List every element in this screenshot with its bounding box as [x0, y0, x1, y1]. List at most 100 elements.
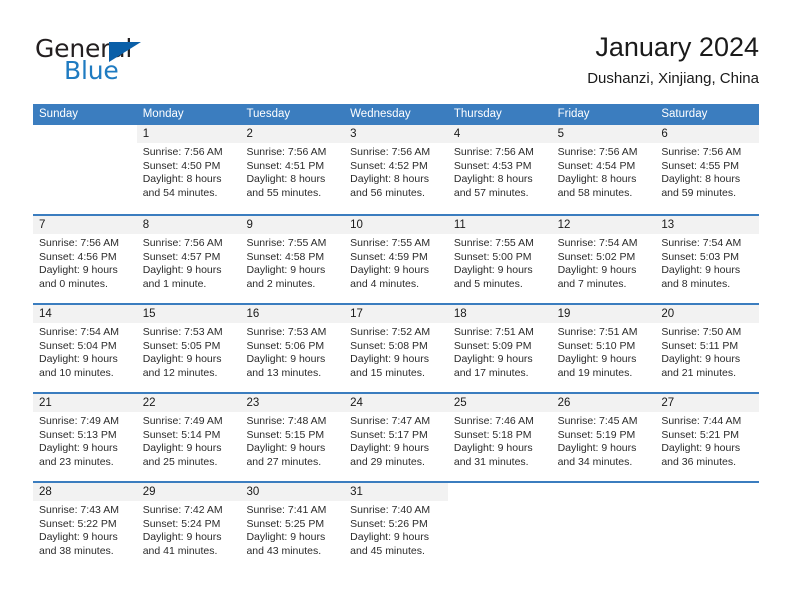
day-cell[interactable]: 27 Sunrise: 7:44 AM Sunset: 5:21 PM Dayl…	[655, 394, 760, 481]
day-details: Sunrise: 7:43 AM Sunset: 5:22 PM Dayligh…	[33, 501, 137, 558]
daylight-text: Daylight: 9 hours and 15 minutes.	[350, 353, 429, 379]
day-number: 16	[240, 305, 345, 323]
day-cell[interactable]: 13 Sunrise: 7:54 AM Sunset: 5:03 PM Dayl…	[655, 216, 760, 303]
day-details: Sunrise: 7:53 AM Sunset: 5:05 PM Dayligh…	[137, 323, 241, 380]
day-number: 15	[136, 305, 241, 323]
day-cell[interactable]: 30 Sunrise: 7:41 AM Sunset: 5:25 PM Dayl…	[240, 483, 345, 570]
daylight-text: Daylight: 9 hours and 12 minutes.	[142, 353, 222, 379]
day-cell[interactable]: 3 Sunrise: 7:56 AM Sunset: 4:52 PM Dayli…	[344, 125, 448, 214]
day-number	[33, 125, 137, 143]
sunrise-text: Sunrise: 7:42 AM	[142, 504, 223, 516]
sunrise-text: Sunrise: 7:44 AM	[661, 415, 742, 427]
sunset-text: Sunset: 4:55 PM	[661, 159, 739, 172]
general-blue-logo[interactable]: General Blue	[33, 34, 263, 94]
sunrise-text: Sunrise: 7:56 AM	[661, 146, 742, 158]
day-cell[interactable]: 25 Sunrise: 7:46 AM Sunset: 5:18 PM Dayl…	[447, 394, 552, 481]
day-cell[interactable]: 31 Sunrise: 7:40 AM Sunset: 5:26 PM Dayl…	[344, 483, 448, 570]
day-details: Sunrise: 7:46 AM Sunset: 5:18 PM Dayligh…	[448, 412, 552, 469]
sunrise-text: Sunrise: 7:56 AM	[142, 146, 223, 158]
day-number: 26	[551, 394, 656, 412]
daylight-text: Daylight: 9 hours and 8 minutes.	[661, 264, 741, 290]
day-details	[655, 501, 759, 504]
daylight-text: Daylight: 9 hours and 2 minutes.	[246, 264, 326, 290]
day-cell[interactable]: 4 Sunrise: 7:56 AM Sunset: 4:53 PM Dayli…	[447, 125, 552, 214]
sunrise-text: Sunrise: 7:49 AM	[39, 415, 119, 427]
weekday-header-saturday: Saturday	[661, 108, 708, 120]
sunset-text: Sunset: 4:58 PM	[246, 250, 325, 263]
day-cell[interactable]: 20 Sunrise: 7:50 AM Sunset: 5:11 PM Dayl…	[655, 305, 760, 392]
weekday-header-wednesday: Wednesday	[350, 108, 411, 120]
day-details: Sunrise: 7:47 AM Sunset: 5:17 PM Dayligh…	[344, 412, 448, 469]
logo-text-blue: Blue	[64, 56, 119, 85]
day-cell[interactable]: 19 Sunrise: 7:51 AM Sunset: 5:10 PM Dayl…	[551, 305, 656, 392]
day-cell[interactable]: 9 Sunrise: 7:55 AM Sunset: 4:58 PM Dayli…	[240, 216, 345, 303]
sunset-text: Sunset: 5:13 PM	[39, 428, 117, 441]
daylight-text: Daylight: 9 hours and 7 minutes.	[557, 264, 637, 290]
day-cell[interactable]: 21 Sunrise: 7:49 AM Sunset: 5:13 PM Dayl…	[33, 394, 137, 481]
day-cell[interactable]: 17 Sunrise: 7:52 AM Sunset: 5:08 PM Dayl…	[344, 305, 448, 392]
sunset-text: Sunset: 4:54 PM	[557, 159, 636, 172]
day-details	[552, 501, 656, 504]
sunset-text: Sunset: 5:17 PM	[350, 428, 428, 441]
day-details: Sunrise: 7:45 AM Sunset: 5:19 PM Dayligh…	[552, 412, 656, 469]
day-cell[interactable]: 24 Sunrise: 7:47 AM Sunset: 5:17 PM Dayl…	[344, 394, 448, 481]
day-cell[interactable]: 5 Sunrise: 7:56 AM Sunset: 4:54 PM Dayli…	[551, 125, 656, 214]
sunrise-text: Sunrise: 7:56 AM	[246, 146, 327, 158]
day-details	[33, 143, 137, 146]
day-cell[interactable]: 18 Sunrise: 7:51 AM Sunset: 5:09 PM Dayl…	[447, 305, 552, 392]
daylight-text: Daylight: 9 hours and 29 minutes.	[350, 442, 429, 468]
sunrise-text: Sunrise: 7:56 AM	[350, 146, 431, 158]
sunset-text: Sunset: 5:08 PM	[350, 339, 428, 352]
day-cell[interactable]: 10 Sunrise: 7:55 AM Sunset: 4:59 PM Dayl…	[344, 216, 448, 303]
daylight-text: Daylight: 9 hours and 21 minutes.	[661, 353, 741, 379]
day-cell[interactable]: 8 Sunrise: 7:56 AM Sunset: 4:57 PM Dayli…	[136, 216, 241, 303]
day-details: Sunrise: 7:56 AM Sunset: 4:57 PM Dayligh…	[137, 234, 241, 291]
day-number: 20	[655, 305, 760, 323]
day-details: Sunrise: 7:56 AM Sunset: 4:55 PM Dayligh…	[655, 143, 759, 200]
day-number: 19	[551, 305, 656, 323]
day-cell[interactable]: 15 Sunrise: 7:53 AM Sunset: 5:05 PM Dayl…	[136, 305, 241, 392]
day-cell[interactable]: 23 Sunrise: 7:48 AM Sunset: 5:15 PM Dayl…	[240, 394, 345, 481]
day-cell[interactable]: 29 Sunrise: 7:42 AM Sunset: 5:24 PM Dayl…	[136, 483, 241, 570]
calendar-week-row: 28 Sunrise: 7:43 AM Sunset: 5:22 PM Dayl…	[33, 481, 760, 570]
sunset-text: Sunset: 5:09 PM	[453, 339, 532, 352]
day-details: Sunrise: 7:53 AM Sunset: 5:06 PM Dayligh…	[240, 323, 344, 380]
sunrise-text: Sunrise: 7:55 AM	[453, 237, 534, 249]
sunset-text: Sunset: 5:03 PM	[661, 250, 739, 263]
calendar-grid: Sunday Monday Tuesday Wednesday Thursday…	[33, 104, 760, 570]
day-cell[interactable]: 11 Sunrise: 7:55 AM Sunset: 5:00 PM Dayl…	[447, 216, 552, 303]
daylight-text: Daylight: 9 hours and 36 minutes.	[661, 442, 741, 468]
sunrise-text: Sunrise: 7:50 AM	[661, 326, 742, 338]
day-details: Sunrise: 7:41 AM Sunset: 5:25 PM Dayligh…	[240, 501, 344, 558]
day-details: Sunrise: 7:56 AM Sunset: 4:54 PM Dayligh…	[552, 143, 656, 200]
sunset-text: Sunset: 5:26 PM	[350, 517, 428, 530]
calendar-week-row: 21 Sunrise: 7:49 AM Sunset: 5:13 PM Dayl…	[33, 392, 760, 481]
day-number: 14	[33, 305, 137, 323]
day-cell[interactable]: 28 Sunrise: 7:43 AM Sunset: 5:22 PM Dayl…	[33, 483, 137, 570]
day-number	[447, 483, 552, 501]
day-details: Sunrise: 7:40 AM Sunset: 5:26 PM Dayligh…	[344, 501, 448, 558]
sunset-text: Sunset: 5:19 PM	[557, 428, 636, 441]
daylight-text: Daylight: 9 hours and 27 minutes.	[246, 442, 326, 468]
day-number: 27	[655, 394, 760, 412]
sunrise-text: Sunrise: 7:41 AM	[246, 504, 327, 516]
day-cell[interactable]: 22 Sunrise: 7:49 AM Sunset: 5:14 PM Dayl…	[136, 394, 241, 481]
calendar-week-row: 14 Sunrise: 7:54 AM Sunset: 5:04 PM Dayl…	[33, 303, 760, 392]
day-number: 8	[136, 216, 241, 234]
page-subtitle: Dushanzi, Xinjiang, China	[587, 70, 759, 87]
day-cell[interactable]: 12 Sunrise: 7:54 AM Sunset: 5:02 PM Dayl…	[551, 216, 656, 303]
day-cell	[655, 483, 760, 570]
day-cell[interactable]: 2 Sunrise: 7:56 AM Sunset: 4:51 PM Dayli…	[240, 125, 345, 214]
day-cell[interactable]: 7 Sunrise: 7:56 AM Sunset: 4:56 PM Dayli…	[33, 216, 137, 303]
day-cell[interactable]: 6 Sunrise: 7:56 AM Sunset: 4:55 PM Dayli…	[655, 125, 760, 214]
day-cell[interactable]: 16 Sunrise: 7:53 AM Sunset: 5:06 PM Dayl…	[240, 305, 345, 392]
day-number: 24	[344, 394, 448, 412]
day-cell[interactable]: 26 Sunrise: 7:45 AM Sunset: 5:19 PM Dayl…	[551, 394, 656, 481]
weekday-header-row: Sunday Monday Tuesday Wednesday Thursday…	[33, 104, 759, 125]
daylight-text: Daylight: 8 hours and 56 minutes.	[350, 173, 429, 199]
day-cell	[33, 125, 137, 214]
day-cell[interactable]: 1 Sunrise: 7:56 AM Sunset: 4:50 PM Dayli…	[136, 125, 241, 214]
sunset-text: Sunset: 5:04 PM	[39, 339, 117, 352]
day-cell[interactable]: 14 Sunrise: 7:54 AM Sunset: 5:04 PM Dayl…	[33, 305, 137, 392]
day-number	[655, 483, 760, 501]
